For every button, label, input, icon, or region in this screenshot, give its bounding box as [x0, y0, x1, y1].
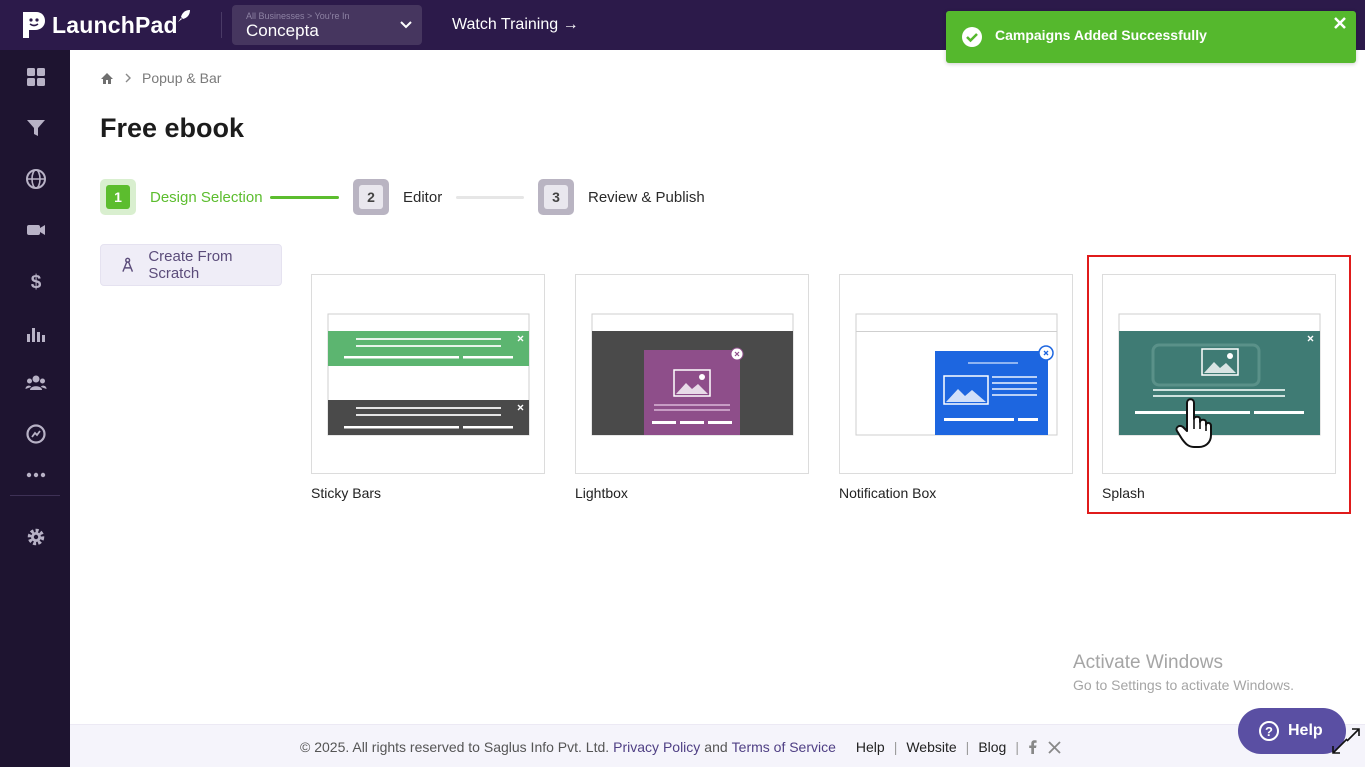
step-design-selection[interactable]: 1 Design Selection — [100, 179, 263, 215]
compass-icon — [122, 257, 134, 272]
chevron-down-icon — [400, 21, 412, 29]
resize-cursor-icon — [1332, 728, 1360, 754]
watch-training-link[interactable]: Watch Training → — [452, 16, 579, 34]
windows-activation-title: Activate Windows — [1073, 652, 1223, 673]
step-review-publish[interactable]: 3 Review & Publish — [538, 179, 705, 215]
step-number-badge: 1 — [100, 179, 136, 215]
toast-message: Campaigns Added Successfully — [995, 27, 1207, 43]
template-label: Sticky Bars — [311, 485, 382, 501]
x-twitter-icon[interactable] — [1048, 740, 1061, 754]
breadcrumb: Popup & Bar — [100, 70, 221, 86]
step-number-badge: 3 — [538, 179, 574, 215]
step-editor[interactable]: 2 Editor — [353, 179, 442, 215]
template-card-lightbox[interactable] — [575, 274, 809, 474]
check-circle-icon — [962, 27, 982, 47]
help-link[interactable]: Help — [856, 739, 885, 755]
footer-separator: | — [893, 739, 898, 755]
business-name: Concepta — [246, 21, 319, 40]
template-card-sticky-bars[interactable] — [311, 274, 545, 474]
help-button-label: Help — [1288, 722, 1323, 739]
funnel-icon[interactable] — [25, 117, 47, 139]
footer-links: © 2025. All rights reserved to Saglus In… — [300, 739, 1061, 755]
template-label: Notification Box — [839, 485, 937, 501]
video-icon[interactable] — [25, 219, 47, 241]
step-number-badge: 2 — [353, 179, 389, 215]
step-connector — [456, 196, 524, 199]
question-icon: ? — [1259, 721, 1279, 741]
footer: © 2025. All rights reserved to Saglus In… — [70, 724, 1365, 767]
sticky-bars-preview — [327, 313, 530, 436]
terms-link[interactable]: Terms of Service — [732, 739, 836, 755]
template-card-notification-box[interactable] — [839, 274, 1073, 474]
svg-text:$: $ — [31, 272, 42, 292]
home-icon[interactable] — [100, 72, 114, 85]
breadcrumb-current[interactable]: Popup & Bar — [142, 70, 221, 86]
analytics-icon[interactable] — [25, 423, 47, 445]
template-label: Lightbox — [575, 485, 628, 501]
chart-icon[interactable] — [25, 322, 47, 344]
lightbox-preview — [591, 313, 794, 436]
step-connector — [270, 196, 339, 199]
svg-text:?: ? — [1265, 724, 1273, 739]
copyright-text: © 2025. All rights reserved to Saglus In… — [300, 739, 610, 755]
sidebar: $ — [0, 50, 70, 767]
facebook-icon[interactable] — [1028, 740, 1038, 754]
app-name: LaunchPad — [52, 11, 178, 38]
page-title: Free ebook — [100, 113, 245, 143]
create-from-scratch-button[interactable]: Create From Scratch — [100, 244, 282, 286]
step-label: Editor — [403, 188, 443, 206]
create-from-scratch-label: Create From Scratch — [148, 248, 233, 282]
selection-highlight — [1087, 255, 1351, 514]
dashboard-icon[interactable] — [25, 66, 47, 88]
dollar-icon[interactable]: $ — [25, 270, 47, 292]
close-icon[interactable] — [1334, 17, 1346, 29]
users-icon[interactable] — [25, 372, 47, 394]
step-label: Design Selection — [150, 188, 263, 206]
privacy-policy-link[interactable]: Privacy Policy — [613, 739, 700, 755]
rocket-icon — [178, 10, 190, 22]
website-link[interactable]: Website — [906, 739, 956, 755]
more-icon[interactable] — [25, 464, 47, 486]
footer-separator: | — [1015, 739, 1019, 755]
sidebar-divider — [10, 495, 60, 496]
header-divider — [221, 12, 222, 38]
logo-icon — [23, 12, 45, 38]
settings-icon[interactable] — [25, 526, 47, 548]
business-context-label: All Businesses > You're In — [246, 11, 350, 21]
notification-box-preview — [855, 313, 1058, 436]
footer-separator: | — [965, 739, 970, 755]
step-label: Review & Publish — [588, 188, 705, 206]
chevron-right-icon — [125, 73, 131, 83]
and-text: and — [704, 739, 728, 755]
help-button[interactable]: ? Help — [1238, 708, 1346, 754]
business-selector[interactable]: All Businesses > You're In Concepta — [232, 5, 422, 45]
globe-icon[interactable] — [25, 168, 47, 190]
success-toast: Campaigns Added Successfully — [946, 11, 1356, 63]
launchpad-logo[interactable]: LaunchPad — [20, 8, 178, 42]
windows-activation-subtitle: Go to Settings to activate Windows. — [1073, 677, 1294, 693]
blog-link[interactable]: Blog — [978, 739, 1006, 755]
